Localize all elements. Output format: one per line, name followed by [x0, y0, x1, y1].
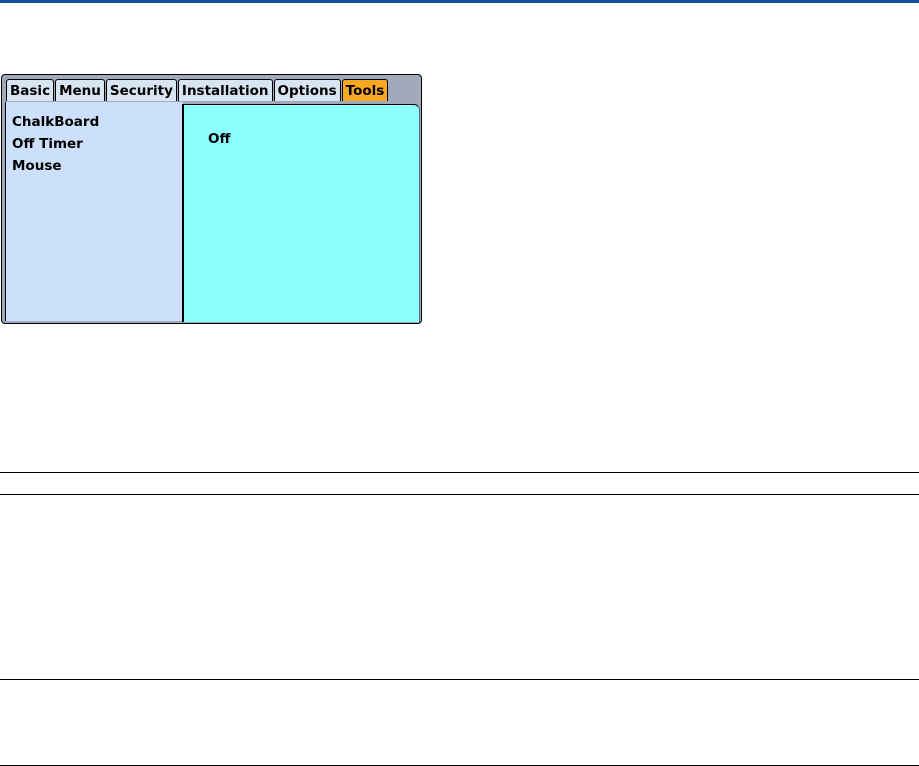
section-divider	[0, 679, 919, 680]
osd-menu-window: Basic Menu Security Installation Options…	[1, 74, 422, 324]
menu-list: ChalkBoard Off Timer Mouse	[6, 102, 183, 177]
section-divider	[0, 472, 919, 473]
menu-item-off-timer[interactable]: Off Timer	[12, 133, 183, 155]
tab-options[interactable]: Options	[273, 79, 341, 101]
section-divider	[0, 494, 919, 495]
tab-menu[interactable]: Menu	[55, 79, 105, 101]
tab-security[interactable]: Security	[105, 79, 177, 101]
off-timer-value[interactable]: Off	[208, 131, 230, 147]
menu-item-chalkboard[interactable]: ChalkBoard	[12, 111, 183, 133]
tab-installation[interactable]: Installation	[177, 79, 273, 101]
tab-bar: Basic Menu Security Installation Options…	[6, 79, 389, 101]
menu-list-pane: ChalkBoard Off Timer Mouse	[5, 102, 183, 321]
top-rule	[0, 0, 919, 3]
menu-item-mouse[interactable]: Mouse	[12, 155, 183, 177]
value-pane: Off	[182, 104, 420, 322]
tab-basic[interactable]: Basic	[6, 79, 55, 101]
tab-tools[interactable]: Tools	[341, 79, 389, 101]
